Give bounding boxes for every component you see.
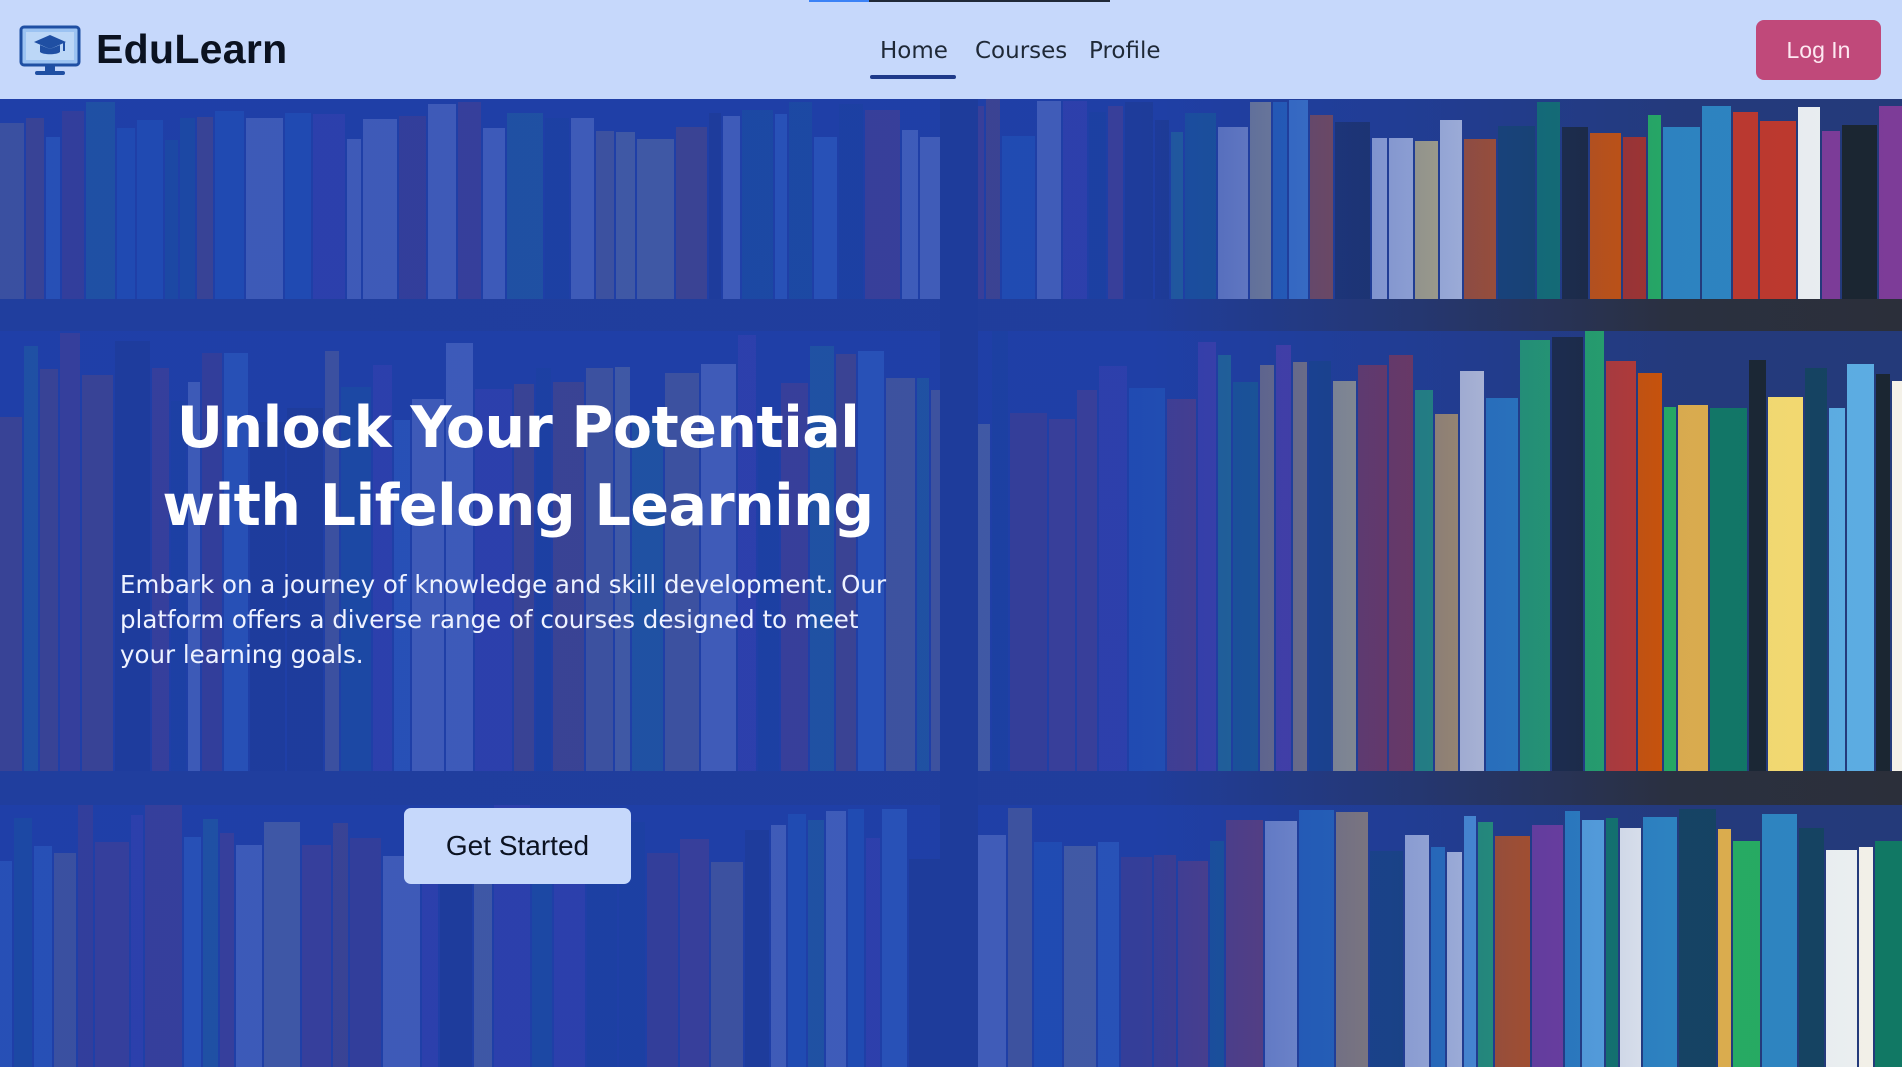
main-nav: Home Courses Profile (0, 34, 1902, 84)
hero-content: Unlock Your Potential with Lifelong Lear… (110, 389, 926, 672)
nav-home-link[interactable]: Home (880, 34, 948, 68)
hero-title: Unlock Your Potential with Lifelong Lear… (162, 395, 874, 539)
get-started-button[interactable]: Get Started (404, 808, 631, 884)
nav-courses-link[interactable]: Courses (975, 34, 1067, 68)
hero-section: Unlock Your Potential with Lifelong Lear… (0, 99, 1902, 1067)
nav-profile-link[interactable]: Profile (1089, 34, 1161, 68)
top-navbar: EduLearn Home Courses Profile Log In (0, 0, 1902, 99)
top-progress-accent (809, 0, 869, 2)
hero-subtitle: Embark on a journey of knowledge and ski… (120, 570, 887, 669)
login-button[interactable]: Log In (1756, 20, 1881, 80)
top-progress-line (869, 0, 1110, 2)
active-nav-indicator (870, 75, 956, 79)
